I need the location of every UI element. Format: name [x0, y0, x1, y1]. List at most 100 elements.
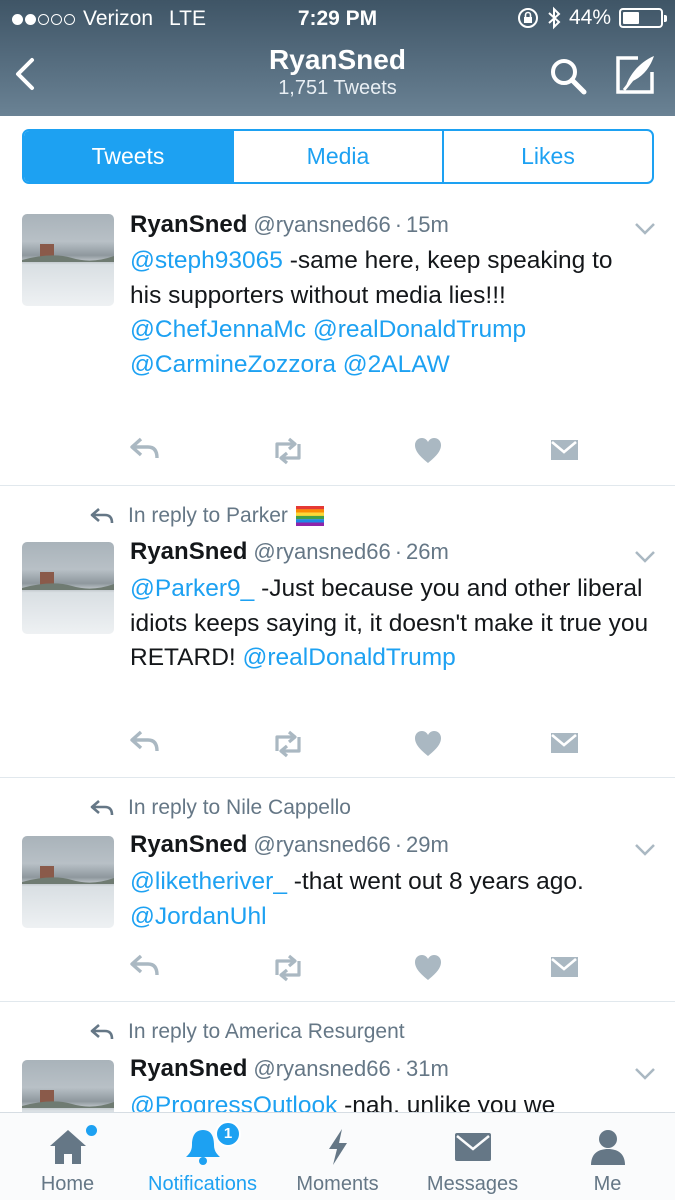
reply-arrow-icon: [90, 508, 114, 524]
tweet-feed[interactable]: RyanSned @ryansned66 · 15m @steph93065 -sam…: [0, 196, 675, 1112]
author-handle: @ryansned66: [253, 212, 391, 237]
new-content-dot: [86, 1125, 97, 1136]
mention-link[interactable]: @Parker9_: [130, 575, 254, 602]
chevron-down-icon[interactable]: [634, 222, 656, 236]
reply-arrow-icon: [90, 800, 114, 816]
avatar[interactable]: [22, 542, 114, 634]
reply-context[interactable]: In reply to America Resurgent: [90, 1020, 405, 1044]
reply-to-label: In reply to America Resurgent: [128, 1020, 405, 1043]
tab-tweets[interactable]: Tweets: [24, 131, 232, 182]
notification-badge: 1: [215, 1121, 241, 1147]
tweet-header: RyanSned @ryansned66 · 15m: [130, 211, 449, 239]
separator-dot: ·: [394, 539, 403, 564]
chevron-down-icon[interactable]: [634, 550, 656, 564]
reply-to-label: In reply to Nile Cappello: [128, 796, 351, 819]
author-name[interactable]: RyanSned: [130, 211, 247, 238]
nav-label: Moments: [296, 1173, 379, 1195]
profile-tabs: Tweets Media Likes: [0, 116, 675, 196]
avatar[interactable]: [22, 214, 114, 306]
tweet-actions: [130, 436, 590, 466]
mention-link[interactable]: @CarmineZozzora: [130, 351, 336, 378]
nav-moments[interactable]: Moments: [270, 1113, 405, 1200]
tweet-item[interactable]: In reply to Nile Cappello RyanSned @ryans…: [0, 778, 675, 1002]
tweet-text: @steph93065 -same here, keep speaking to…: [130, 244, 650, 382]
mention-link[interactable]: @JordanUhl: [130, 903, 267, 930]
separator-dot: ·: [394, 212, 403, 237]
author-handle: @ryansned66: [253, 832, 391, 857]
separator-dot: ·: [394, 832, 403, 857]
bluetooth-icon: [548, 6, 561, 30]
like-icon[interactable]: [414, 729, 446, 759]
tweet-text: @Parker9_ -Just because you and other li…: [130, 572, 650, 676]
tab-likes[interactable]: Likes: [442, 131, 652, 182]
retweet-icon[interactable]: [270, 729, 302, 759]
nav-notifications[interactable]: 1 Notifications: [135, 1113, 270, 1200]
nav-me[interactable]: Me: [540, 1113, 675, 1200]
chevron-down-icon[interactable]: [634, 843, 656, 857]
reply-arrow-icon: [90, 1024, 114, 1040]
tweet-actions: [130, 729, 590, 759]
mention-link[interactable]: @realDonaldTrump: [313, 316, 526, 343]
nav-label: Me: [593, 1173, 622, 1195]
home-icon: [50, 1130, 86, 1164]
tweet-header: RyanSned @ryansned66 · 26m: [130, 538, 449, 566]
tweet-item[interactable]: RyanSned @ryansned66 · 15m @steph93065 -sam…: [0, 196, 675, 486]
mention-link[interactable]: @steph93065: [130, 247, 283, 274]
tweet-text: @ProgressOutlook -nah, unlike you we: [130, 1089, 650, 1112]
avatar[interactable]: [22, 836, 114, 928]
compose-tweet-icon[interactable]: [612, 52, 658, 98]
direct-message-icon[interactable]: [550, 729, 582, 759]
direct-message-icon[interactable]: [550, 436, 582, 466]
nav-label: Home: [40, 1173, 95, 1195]
tab-media[interactable]: Media: [232, 131, 442, 182]
nav-label: Notifications: [148, 1173, 257, 1195]
tweet-header: RyanSned @ryansned66 · 31m: [130, 1055, 449, 1083]
retweet-icon[interactable]: [270, 436, 302, 466]
direct-message-icon[interactable]: [550, 953, 582, 983]
mention-link[interactable]: @realDonaldTrump: [243, 644, 456, 671]
author-name[interactable]: RyanSned: [130, 831, 247, 858]
mention-link[interactable]: @2ALAW: [343, 351, 450, 378]
battery-icon: [619, 8, 667, 28]
search-icon[interactable]: [548, 56, 588, 96]
tweet-text-segment: -that went out 8 years ago.: [286, 868, 584, 895]
retweet-icon[interactable]: [270, 953, 302, 983]
tweet-actions: [130, 953, 590, 983]
mention-link[interactable]: @ProgressOutlook: [130, 1092, 337, 1112]
reply-context[interactable]: In reply to Nile Cappello: [90, 796, 351, 820]
mention-link[interactable]: @liketheriver_: [130, 868, 287, 895]
author-handle: @ryansned66: [253, 539, 391, 564]
tweet-item[interactable]: In reply to Parker RyanSned @ryansned66 · 2…: [0, 486, 675, 778]
tweet-header: RyanSned @ryansned66 · 29m: [130, 831, 449, 859]
tweet-item[interactable]: In reply to America Resurgent RyanSned @r…: [0, 1002, 675, 1112]
tweet-text: @liketheriver_ -that went out 8 years ag…: [130, 865, 650, 934]
profile-header: Verizon LTE 7:29 PM 44% RyanSned 1,751 T…: [0, 0, 675, 116]
author-name[interactable]: RyanSned: [130, 538, 247, 565]
person-icon: [591, 1130, 625, 1165]
reply-context[interactable]: In reply to Parker: [90, 504, 324, 528]
lightning-icon: [329, 1129, 347, 1165]
avatar[interactable]: [22, 1060, 114, 1112]
reply-icon[interactable]: [130, 729, 162, 759]
nav-messages[interactable]: Messages: [405, 1113, 540, 1200]
like-icon[interactable]: [414, 436, 446, 466]
nav-label: Messages: [426, 1173, 519, 1195]
chevron-down-icon[interactable]: [634, 1067, 656, 1081]
reply-icon[interactable]: [130, 953, 162, 983]
tweet-time: 29m: [406, 832, 449, 857]
author-name[interactable]: RyanSned: [130, 1055, 247, 1082]
mention-link[interactable]: @ChefJennaMc: [130, 316, 306, 343]
orientation-lock-icon: [517, 8, 538, 28]
segmented-control: Tweets Media Likes: [22, 129, 654, 184]
tweet-text-segment: -nah, unlike you we: [337, 1092, 556, 1112]
rainbow-flag-icon: [295, 506, 324, 526]
status-right: 44%: [517, 6, 667, 30]
tweet-text-segment: [336, 351, 343, 378]
tweet-text-segment: [306, 316, 313, 343]
reply-to-label: In reply to Parker: [128, 504, 288, 527]
tweet-time: 15m: [406, 212, 449, 237]
like-icon[interactable]: [414, 953, 446, 983]
nav-home[interactable]: Home: [0, 1113, 135, 1200]
tweet-time: 26m: [406, 539, 449, 564]
reply-icon[interactable]: [130, 436, 162, 466]
